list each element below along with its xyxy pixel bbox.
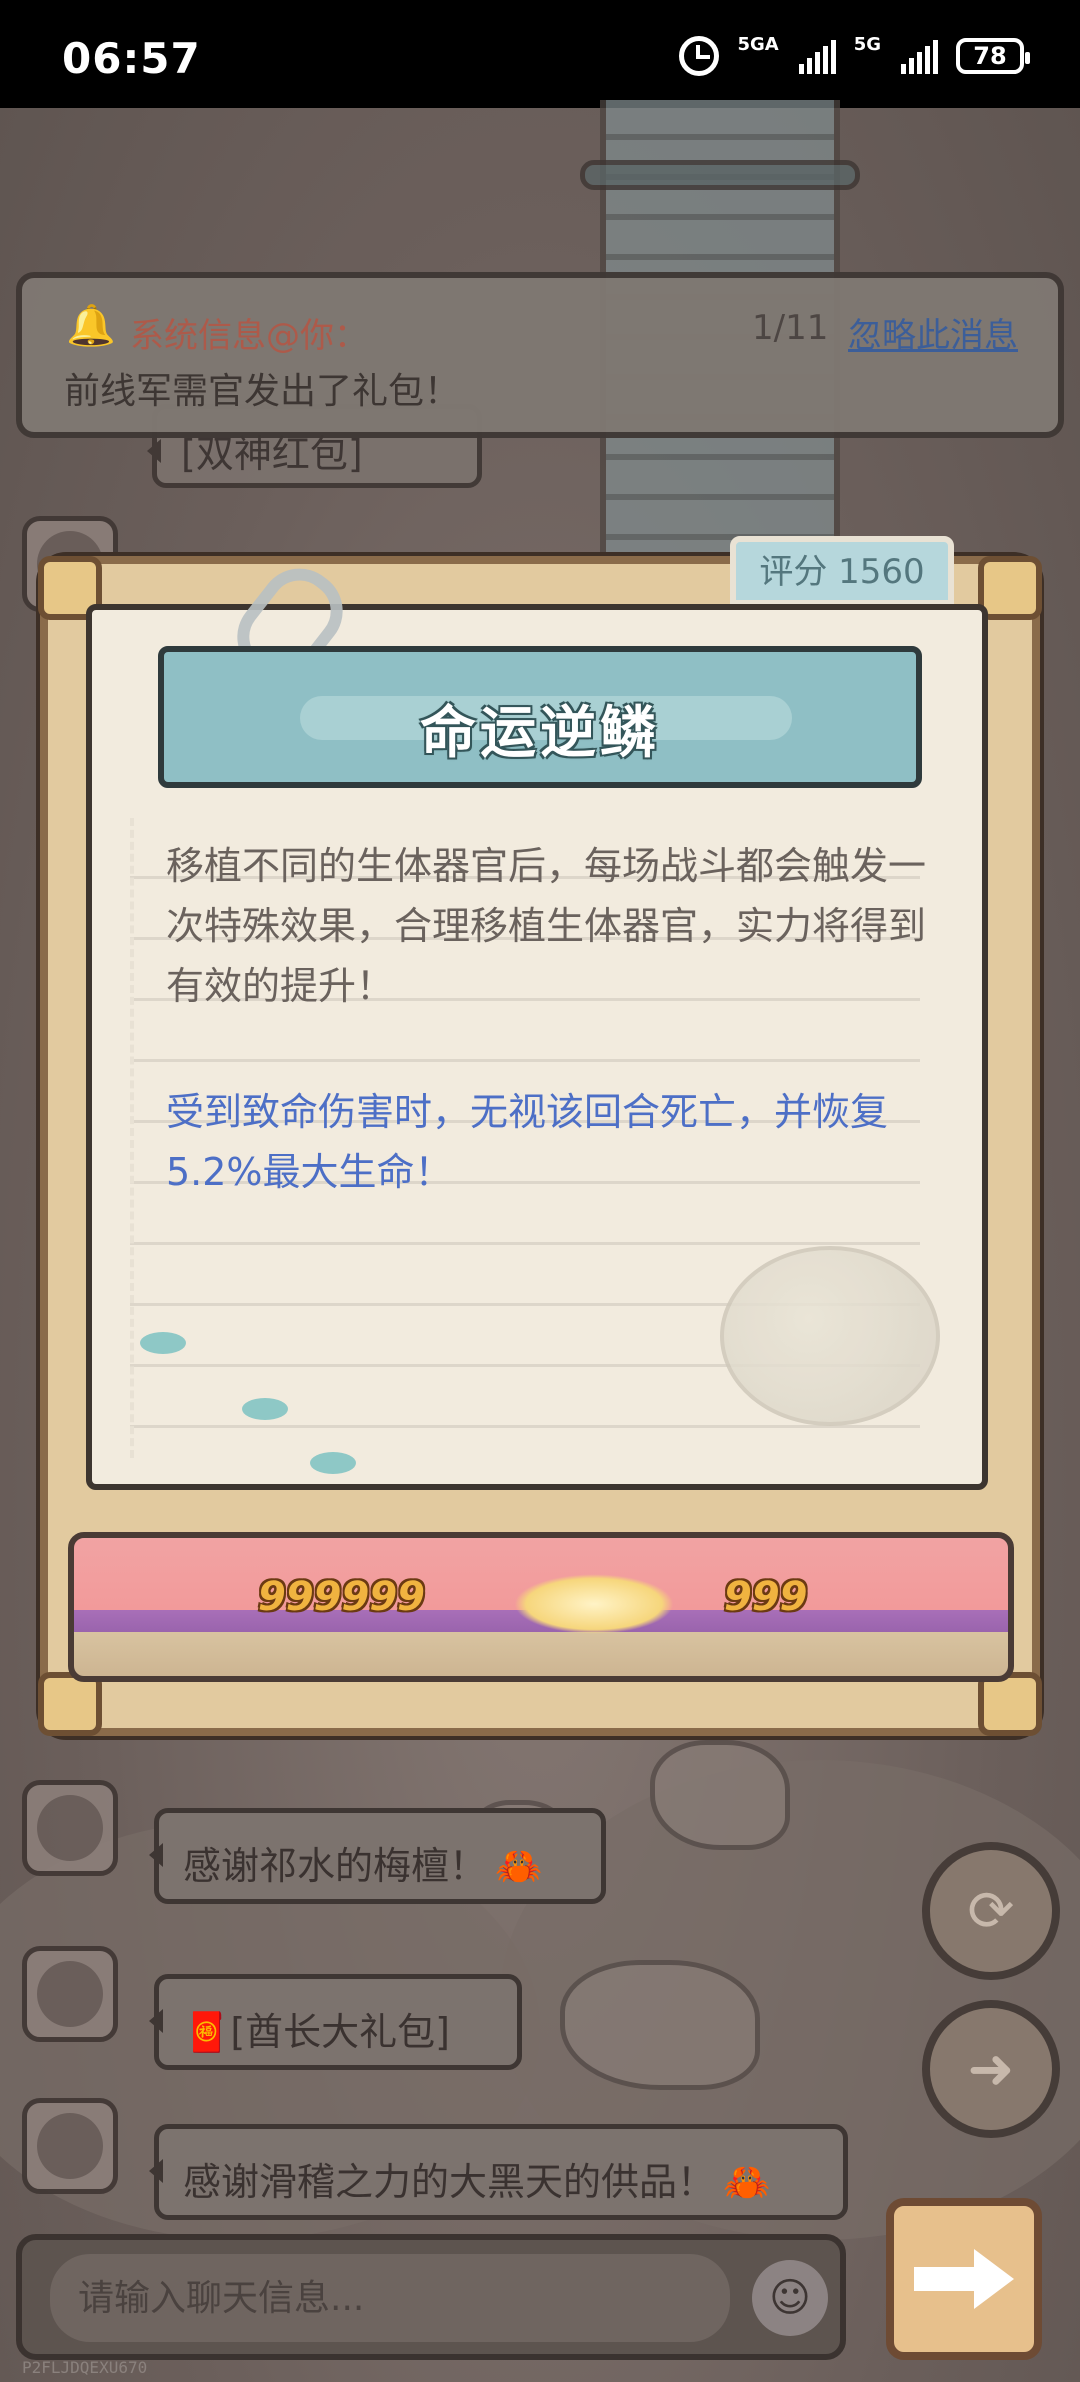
title-banner: 命运逆鳞 [158, 646, 922, 788]
watermark-text: P2FLJDQEXU670 [22, 2358, 148, 2377]
avatar[interactable] [22, 2098, 118, 2194]
signal-icon [798, 38, 836, 74]
bell-icon: 🔔 [66, 303, 116, 349]
avatar[interactable] [22, 1946, 118, 2042]
battery-level: 78 [973, 42, 1007, 70]
chat-input-bar: ☺ [16, 2234, 846, 2360]
chat-input[interactable] [50, 2254, 730, 2342]
damage-number: 999999 [258, 1574, 425, 1620]
gift-icon: 🧧 [183, 2010, 231, 2054]
splash-decoration [140, 1332, 186, 1354]
item-effect: 受到致命伤害时，无视该回合死亡，并恢复5.2%最大生命！ [166, 1090, 889, 1194]
alarm-icon [679, 36, 720, 76]
splash-decoration [310, 1452, 356, 1474]
background-rock [650, 1740, 790, 1850]
background-tower-roof [580, 160, 860, 190]
chat-bubble[interactable]: 感谢祁水的梅檀！ 🦀 [149, 1808, 606, 1904]
emoji-icon: 🦀 [495, 1844, 543, 1888]
signal-icon-2 [901, 38, 938, 74]
emoji-button[interactable]: ☺ [752, 2260, 828, 2336]
damage-number: 999 [724, 1574, 808, 1620]
avatar[interactable] [22, 1780, 118, 1876]
score-tab: 评分 1560 [730, 536, 954, 606]
chat-message-text: 感谢祁水的梅檀！ [183, 1844, 488, 1888]
arrow-right-icon: ➜ [967, 2036, 1015, 2102]
system-notification: 🔔 系统信息@你： 1/11 忽略此消息 前线军需官发出了礼包！ [16, 272, 1064, 438]
status-bar: 06:57 5GA 5G 78 [0, 0, 1080, 108]
explosion-effect [514, 1574, 674, 1634]
notification-count: 1/11 [752, 308, 829, 348]
arrow-right-icon [914, 2249, 1014, 2309]
notification-body: 前线军需官发出了礼包！ [64, 371, 461, 412]
next-button[interactable]: ➜ [922, 2000, 1060, 2138]
network-type-label: 5GA [737, 34, 779, 55]
emoji-icon: ☺ [769, 2275, 811, 2321]
battery-icon: 78 [956, 38, 1030, 74]
chat-message-text: [酋长大礼包] [230, 2010, 450, 2054]
chat-message-text: 感谢滑稽之力的大黑天的供品！ [183, 2160, 716, 2204]
ignore-message-link[interactable]: 忽略此消息 [848, 308, 1018, 357]
chat-message-text: [双神红包] [181, 432, 363, 476]
refresh-button[interactable]: ⟳ [922, 1842, 1060, 1980]
emoji-icon: 🦀 [723, 2160, 771, 2204]
send-button[interactable] [886, 2198, 1042, 2360]
refresh-icon: ⟳ [967, 1878, 1015, 1944]
item-description: 移植不同的生体器官后，每场战斗都会触发一次特殊效果，合理移植生体器官，实力将得到… [166, 844, 927, 1008]
organ-illustration [720, 1246, 940, 1426]
battle-preview: 999999 999 [68, 1532, 1014, 1682]
chat-bubble[interactable]: 🧧[酋长大礼包] [149, 1974, 522, 2070]
background-rock [560, 1960, 760, 2090]
splash-decoration [242, 1398, 288, 1420]
notification-title: 系统信息@你： [130, 316, 368, 356]
network-type-label-2: 5G [853, 34, 881, 55]
status-icons: 5GA 5G 78 [679, 34, 1030, 76]
item-title: 命运逆鳞 [420, 701, 660, 766]
chat-bubble[interactable]: 感谢滑稽之力的大黑天的供品！ 🦀 [149, 2124, 848, 2220]
status-time: 06:57 [62, 34, 201, 83]
game-screen: 06:57 5GA 5G 78 [双神红包] 🔔 系统信息@你： 1/11 忽略… [0, 0, 1080, 2382]
